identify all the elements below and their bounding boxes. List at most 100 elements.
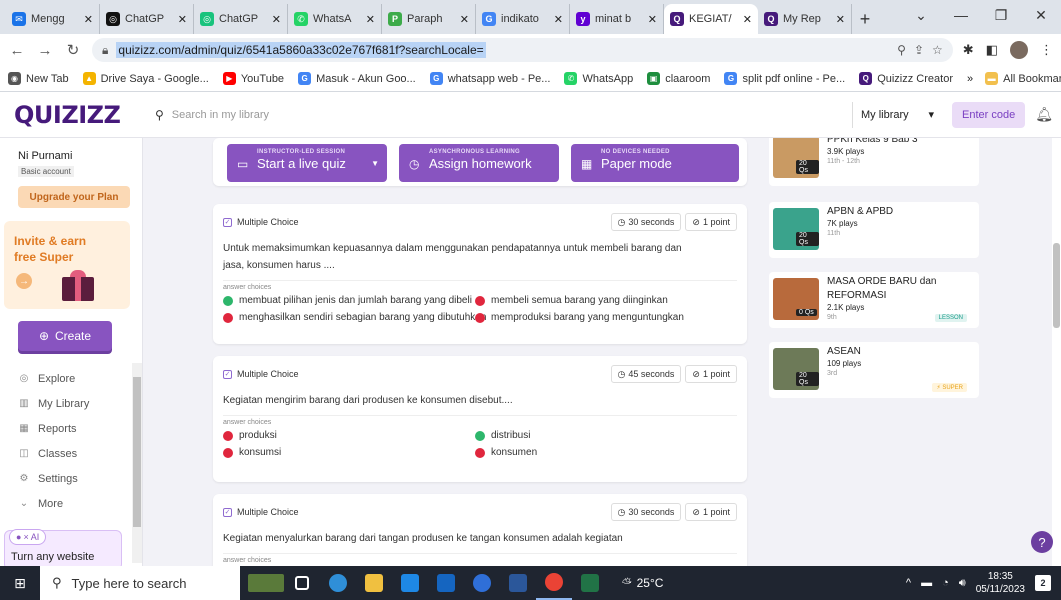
close-window-button[interactable]: ✕ (1021, 0, 1061, 30)
store-app-icon[interactable] (392, 566, 428, 600)
question-card[interactable]: ✓ Multiple Choice ◷ 30 seconds ⊘ 1 point Kegia… (213, 494, 747, 566)
assign-homework-button[interactable]: ◷ ASYNCHRONOUS LEARNING Assign homework (399, 144, 559, 182)
url-field[interactable]: 🔒︎ quizizz.com/admin/quiz/6541a5860a33c0… (92, 38, 953, 62)
tab-close-icon[interactable]: ✕ (836, 13, 845, 26)
bookmark-item[interactable]: ▣ claaroom (647, 72, 710, 85)
sidebar-item-settings[interactable]: ⚙ Settings (18, 466, 130, 491)
recommended-quiz-card[interactable]: 20 Qs PPKn Kelas 9 Bab 3 3.9K plays 11th - … (769, 138, 979, 186)
browser-tab[interactable]: ◎ ChatGP ✕ (194, 4, 288, 34)
tab-close-icon[interactable]: ✕ (554, 13, 563, 26)
menu-icon[interactable]: ⋮ (1040, 42, 1053, 58)
invite-card[interactable]: Invite & earn free Super → (4, 221, 130, 309)
excel-app-icon[interactable] (572, 566, 608, 600)
more-bookmarks-button[interactable]: » (967, 73, 973, 85)
bookmark-item[interactable]: ◉ New Tab (8, 72, 69, 85)
browser-tab[interactable]: Q My Rep ✕ (758, 4, 852, 34)
ai-extension-card[interactable]: ● × AI Turn any website (4, 529, 122, 566)
browser-tab[interactable]: ✆ WhatsA ✕ (288, 4, 382, 34)
bookmark-item[interactable]: ✆ WhatsApp (564, 72, 633, 85)
browser-tab[interactable]: Gindikato ✕ (476, 4, 570, 34)
browser-tab[interactable]: ✉ Mengg ✕ (6, 4, 100, 34)
sidebar-item-my-library[interactable]: ▥ My Library (18, 391, 130, 416)
word-app-icon[interactable] (500, 566, 536, 600)
bookmark-item[interactable]: Gwhatsapp web - Pe... (429, 72, 550, 85)
battery-icon[interactable]: ▬ (921, 577, 932, 589)
browser-tab[interactable]: P Paraph ✕ (382, 4, 476, 34)
task-view-icon[interactable] (284, 566, 320, 600)
recommended-quiz-card[interactable]: 0 Qs MASA ORDE BARU dan REFORMASI 2.1K pla… (769, 272, 979, 328)
taskbar-search[interactable]: ⚲ Type here to search (40, 566, 240, 600)
quizizz-logo[interactable]: QUIZIZZ (0, 101, 143, 129)
tab-close-icon[interactable]: ✕ (84, 13, 93, 26)
chevron-up-icon[interactable]: ^ (906, 577, 911, 589)
points-pill[interactable]: ⊘ 1 point (685, 503, 737, 521)
points-pill[interactable]: ⊘ 1 point (685, 365, 737, 383)
enter-code-button[interactable]: Enter code (952, 101, 1026, 128)
sidebar-item-classes[interactable]: ◫ Classes (18, 441, 130, 466)
landscape-app-icon[interactable] (248, 566, 284, 600)
reload-button[interactable]: ↻ (64, 41, 82, 59)
profile-avatar[interactable] (1010, 41, 1028, 59)
time-pill[interactable]: ◷ 30 seconds (610, 503, 682, 521)
upgrade-plan-button[interactable]: Upgrade your Plan (18, 186, 130, 208)
clock[interactable]: 18:35 05/11/2023 (976, 570, 1025, 596)
sidebar-item-more[interactable]: ⌄ More (18, 491, 130, 516)
tab-close-icon[interactable]: ✕ (460, 13, 469, 26)
bookmark-item[interactable]: ▲ Drive Saya - Google... (82, 72, 209, 85)
sidebar-item-explore[interactable]: ◎ Explore (18, 366, 130, 391)
sidebar-scrollbar[interactable] (132, 363, 142, 563)
notification-badge[interactable]: 2 (1035, 575, 1051, 591)
zoom-icon[interactable]: ⚲ (897, 43, 906, 57)
main-scrollbar[interactable] (1052, 138, 1061, 566)
speaker-icon[interactable]: 🔊︎ (959, 577, 966, 590)
restore-button[interactable]: ❐ (981, 0, 1021, 30)
sidepanel-icon[interactable]: ◧ (986, 42, 998, 58)
caret-down-icon[interactable]: ▼ (371, 159, 379, 168)
lock-icon[interactable]: 🔒︎ (102, 43, 108, 58)
recommended-quiz-card[interactable]: 20 Qs ASEAN 109 plays 3rd ⚡ SUPER (769, 342, 979, 398)
bookmark-item[interactable]: Q Quizizz Creator (859, 72, 953, 85)
bookmark-item[interactable]: ▶ YouTube (222, 72, 284, 85)
browser-tab[interactable]: y minat b ✕ (570, 4, 664, 34)
help-button[interactable]: ? (1031, 531, 1053, 553)
points-pill[interactable]: ⊘ 1 point (685, 213, 737, 231)
tab-close-icon[interactable]: ✕ (272, 13, 281, 26)
chrome-app-icon[interactable] (536, 566, 572, 600)
network-icon[interactable]: ◔ (942, 577, 949, 589)
create-button[interactable]: ⊕ Create (18, 321, 112, 351)
file-explorer-app-icon[interactable] (356, 566, 392, 600)
minimize-button[interactable]: — (941, 0, 981, 30)
library-search[interactable]: ⚲ Search in my library (143, 101, 643, 129)
back-button[interactable]: ← (8, 42, 26, 59)
windows-start-icon[interactable]: ⊞ (0, 566, 40, 600)
media-app-icon[interactable] (464, 566, 500, 600)
extensions-icon[interactable]: ✱ (963, 42, 974, 58)
mail-app-icon[interactable] (428, 566, 464, 600)
bookmark-star-icon[interactable]: ☆ (932, 43, 943, 57)
bell-icon[interactable]: 🔔︎ (1035, 106, 1053, 123)
all-bookmarks-button[interactable]: ▬ All Bookmarks (985, 72, 1061, 85)
browser-tab[interactable]: ◎ ChatGP ✕ (100, 4, 194, 34)
paper-mode-button[interactable]: ▦ NO DEVICES NEEDED Paper mode (571, 144, 739, 182)
bookmark-item[interactable]: G Masuk - Akun Goo... (298, 72, 416, 85)
start-live-quiz-button[interactable]: ▭ INSTRUCTOR-LED SESSION Start a live qu… (227, 144, 387, 182)
tab-search-icon[interactable]: ⌄ (901, 0, 941, 30)
edge-app-icon[interactable] (320, 566, 356, 600)
question-card[interactable]: ✓ Multiple Choice ◷ 30 seconds ⊘ 1 point Untuk… (213, 204, 747, 344)
arrow-right-icon[interactable]: → (16, 273, 32, 289)
sidebar-scroll-thumb[interactable] (133, 377, 141, 527)
tab-close-icon[interactable]: ✕ (648, 13, 657, 26)
forward-button[interactable]: → (36, 42, 54, 59)
new-tab-button[interactable]: + (852, 4, 878, 34)
question-card[interactable]: ✓ Multiple Choice ◷ 45 seconds ⊘ 1 point Kegia… (213, 356, 747, 482)
recommended-quiz-card[interactable]: 20 Qs APBN & APBD 7K plays 11th (769, 202, 979, 258)
tab-close-icon[interactable]: ✕ (743, 13, 752, 26)
bookmark-item[interactable]: Gsplit pdf online - Pe... (724, 72, 845, 85)
tab-close-icon[interactable]: ✕ (178, 13, 187, 26)
main-scroll-thumb[interactable] (1053, 243, 1060, 328)
tab-close-icon[interactable]: ✕ (366, 13, 375, 26)
share-icon[interactable]: ⇪ (914, 43, 924, 57)
sidebar-item-reports[interactable]: ▦ Reports (18, 416, 130, 441)
weather-widget[interactable]: ⛅︎ 25°C (622, 576, 663, 591)
time-pill[interactable]: ◷ 30 seconds (610, 213, 682, 231)
